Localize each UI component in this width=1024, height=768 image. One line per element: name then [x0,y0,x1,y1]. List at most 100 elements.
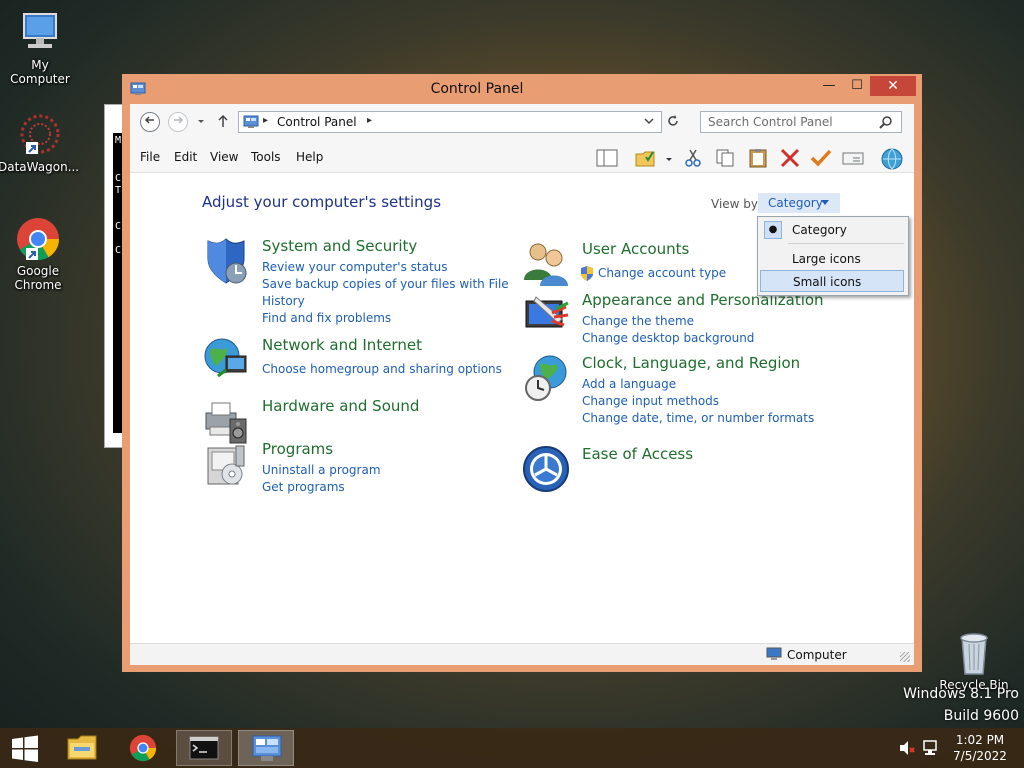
recycle-bin-icon [950,630,998,676]
volume-muted-icon[interactable] [898,740,916,756]
maximize-button[interactable]: ☐ [844,76,870,96]
view-by-dropdown[interactable]: Category [758,193,840,213]
computer-icon [16,10,64,56]
console-glyph: C [115,245,122,256]
view-by-value: Category [768,196,823,210]
paste-button[interactable] [746,148,770,168]
desktop-icon-datawagon[interactable]: DataWagon... [0,112,80,174]
link-get-programs[interactable]: Get programs [262,479,502,496]
desktop-icon-label: DataWagon... [0,160,80,174]
computer-small-icon [766,647,782,664]
chevron-down-icon [666,158,672,161]
desktop-icon-google-chrome[interactable]: Google Chrome [0,216,78,292]
system-clock[interactable]: 1:02 PM 7/5/2022 [942,732,1018,764]
category-title-link[interactable]: Hardware and Sound [262,397,419,415]
clock-globe-icon [522,354,570,402]
chrome-icon [129,734,157,762]
selected-bullet-icon: ● [764,221,782,239]
link-change-desktop-background[interactable]: Change desktop background [582,330,822,347]
menu-bar: File Edit View Tools Help [130,142,914,173]
back-button[interactable] [140,112,160,132]
preview-pane-button[interactable] [595,148,619,168]
close-button[interactable]: ✕ [870,76,916,96]
cut-button[interactable] [681,148,705,168]
link-uninstall-program[interactable]: Uninstall a program [262,462,502,479]
folder-options-dropdown[interactable] [664,154,674,168]
desktop-icon-label-line1: Google [16,264,60,278]
view-option-large-icons[interactable]: Large icons [760,248,904,270]
recent-locations-dropdown[interactable] [196,116,206,130]
console-glyph: C [115,173,122,184]
view-option-small-icons[interactable]: Small icons [760,270,904,292]
console-glyph: C [115,221,122,232]
link-save-backup[interactable]: Save backup copies of your files with Fi… [262,276,509,293]
network-globe-button[interactable] [880,148,904,170]
view-icon [842,152,864,165]
link-save-backup-cont[interactable]: History [262,293,502,310]
change-view-button[interactable] [841,148,865,168]
category-title-link[interactable]: System and Security [262,237,417,255]
taskbar-file-explorer[interactable] [55,730,111,766]
status-bar: Computer [130,643,914,665]
breadcrumb-chevron-icon[interactable]: ▸ [367,115,372,126]
menu-separator [788,243,904,244]
desktop-icon-my-computer[interactable]: My Computer [0,10,80,86]
properties-button[interactable] [809,148,833,168]
clipboard-icon [749,149,767,168]
menu-tools[interactable]: Tools [251,150,281,164]
console-glyph: T [115,185,122,196]
category-title-link[interactable]: Ease of Access [582,445,693,463]
link-add-language[interactable]: Add a language [582,376,822,393]
delete-button[interactable] [778,148,802,168]
menu-edit[interactable]: Edit [174,150,197,164]
search-icon[interactable] [879,115,893,132]
menu-view[interactable]: View [210,150,238,164]
window-title: Control Panel [430,81,524,97]
taskbar-command-prompt[interactable] [176,730,232,766]
search-input[interactable]: Search Control Panel [700,111,902,133]
arrow-up-icon [218,114,228,127]
globe-icon [881,148,903,170]
menu-help[interactable]: Help [296,150,323,164]
network-icon[interactable] [922,740,940,756]
category-title-link[interactable]: Programs [262,440,333,458]
network-globe-icon [202,336,250,384]
taskbar-google-chrome[interactable] [115,730,171,766]
breadcrumb-control-panel[interactable]: Control Panel [277,115,357,129]
start-button[interactable] [0,730,50,766]
refresh-button[interactable] [666,114,680,131]
taskbar-control-panel[interactable] [238,730,294,766]
category-title-link[interactable]: User Accounts [582,240,689,258]
address-field[interactable]: ▸ Control Panel ▸ [238,111,662,133]
menu-file[interactable]: File [140,150,160,164]
watermark-build: Build 9600 [943,708,1019,724]
desktop-icon-label: My Computer [10,58,70,86]
resize-grip[interactable] [900,652,910,662]
category-title-link[interactable]: Network and Internet [262,336,422,354]
link-find-fix-problems[interactable]: Find and fix problems [262,310,502,327]
address-toolbar: ▸ Control Panel ▸ Search Control Panel [130,104,914,142]
link-change-date-time-formats[interactable]: Change date, time, or number formats [582,410,822,427]
link-change-input-methods[interactable]: Change input methods [582,393,822,410]
up-button[interactable] [216,113,230,132]
minimize-button[interactable]: — [816,76,842,96]
copy-button[interactable] [713,148,737,168]
ease-of-access-icon [522,445,570,493]
display-paint-icon [522,291,570,339]
category-title-link[interactable]: Clock, Language, and Region [582,354,800,372]
folder-options-button[interactable] [634,148,658,168]
folder-icon [67,735,97,760]
search-placeholder: Search Control Panel [708,115,833,129]
link-change-theme[interactable]: Change the theme [582,313,822,330]
title-bar[interactable]: Control Panel — ☐ ✕ [122,74,922,104]
control-panel-window[interactable]: Control Panel — ☐ ✕ ▸ Control Panel ▸ Se… [122,74,922,672]
clock-time: 1:02 PM [955,733,1005,747]
view-option-category[interactable]: ● Category [760,219,904,241]
address-history-dropdown[interactable] [643,115,655,130]
chevron-down-icon [644,118,654,125]
desktop-icon-recycle-bin[interactable]: Recycle Bin [934,630,1014,692]
refresh-icon [668,115,678,126]
link-homegroup-sharing[interactable]: Choose homegroup and sharing options [262,361,502,378]
forward-button[interactable] [168,112,188,132]
link-review-status[interactable]: Review your computer's status [262,259,502,276]
